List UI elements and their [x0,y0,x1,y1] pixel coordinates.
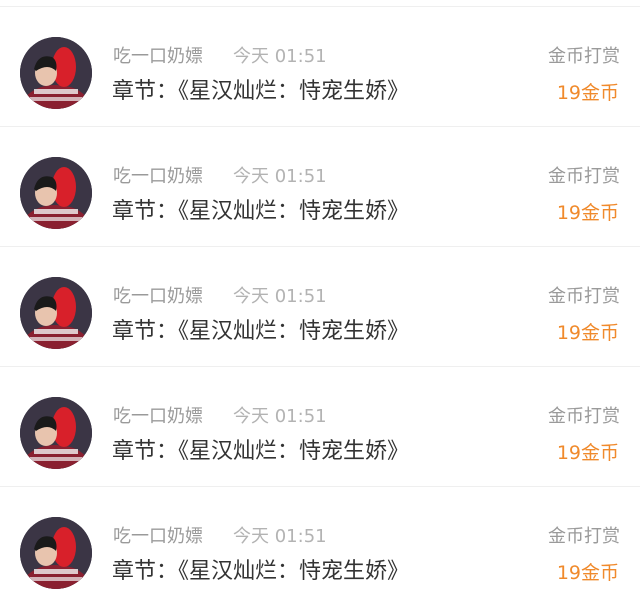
username[interactable]: 吃一口奶嫖 [113,162,203,188]
reward-type-label: 金币打赏 [548,46,620,67]
chapter-title: 章节：《星汉灿烂：恃宠生娇》 [112,199,410,224]
reward-amount: 19金币 [556,322,619,344]
user-avatar-icon[interactable] [20,397,92,469]
reward-type-label: 金币打赏 [548,526,620,547]
reward-amount: 19金币 [556,562,619,584]
username[interactable]: 吃一口奶嫖 [113,402,203,428]
chapter-title: 章节：《星汉灿烂：恃宠生娇》 [112,559,410,584]
username[interactable]: 吃一口奶嫖 [113,522,203,548]
list-item[interactable]: 吃一口奶嫖 今天 01:51 章节：《星汉灿烂：恃宠生娇》 金币打赏 19金币 [0,246,640,366]
user-avatar-icon[interactable] [20,277,92,349]
list-item[interactable]: 吃一口奶嫖 今天 01:51 章节：《星汉灿烂：恃宠生娇》 金币打赏 19金币 [0,6,640,126]
reward-amount: 19金币 [556,82,619,104]
chapter-title: 章节：《星汉灿烂：恃宠生娇》 [112,319,410,344]
timestamp: 今天 01:51 [233,526,327,547]
chapter-title: 章节：《星汉灿烂：恃宠生娇》 [112,79,410,104]
list-item[interactable]: 吃一口奶嫖 今天 01:51 章节：《星汉灿烂：恃宠生娇》 金币打赏 19金币 [0,366,640,486]
chapter-title: 章节：《星汉灿烂：恃宠生娇》 [112,439,410,464]
username[interactable]: 吃一口奶嫖 [113,42,203,68]
timestamp: 今天 01:51 [233,166,327,187]
timestamp: 今天 01:51 [233,286,327,307]
reward-type-label: 金币打赏 [548,406,620,427]
reward-type-label: 金币打赏 [548,166,620,187]
reward-type-label: 金币打赏 [548,286,620,307]
timestamp: 今天 01:51 [233,406,327,427]
reward-amount: 19金币 [556,202,619,224]
list-item[interactable]: 吃一口奶嫖 今天 01:51 章节：《星汉灿烂：恃宠生娇》 金币打赏 19金币 [0,486,640,606]
user-avatar-icon[interactable] [20,517,92,589]
list-item[interactable]: 吃一口奶嫖 今天 01:51 章节：《星汉灿烂：恃宠生娇》 金币打赏 19金币 [0,126,640,246]
user-avatar-icon[interactable] [20,37,92,109]
reward-record-list: 吃一口奶嫖 今天 01:51 章节：《星汉灿烂：恃宠生娇》 金币打赏 19金币 … [0,0,640,614]
timestamp: 今天 01:51 [233,46,327,67]
reward-amount: 19金币 [556,442,619,464]
user-avatar-icon[interactable] [20,157,92,229]
username[interactable]: 吃一口奶嫖 [113,282,203,308]
